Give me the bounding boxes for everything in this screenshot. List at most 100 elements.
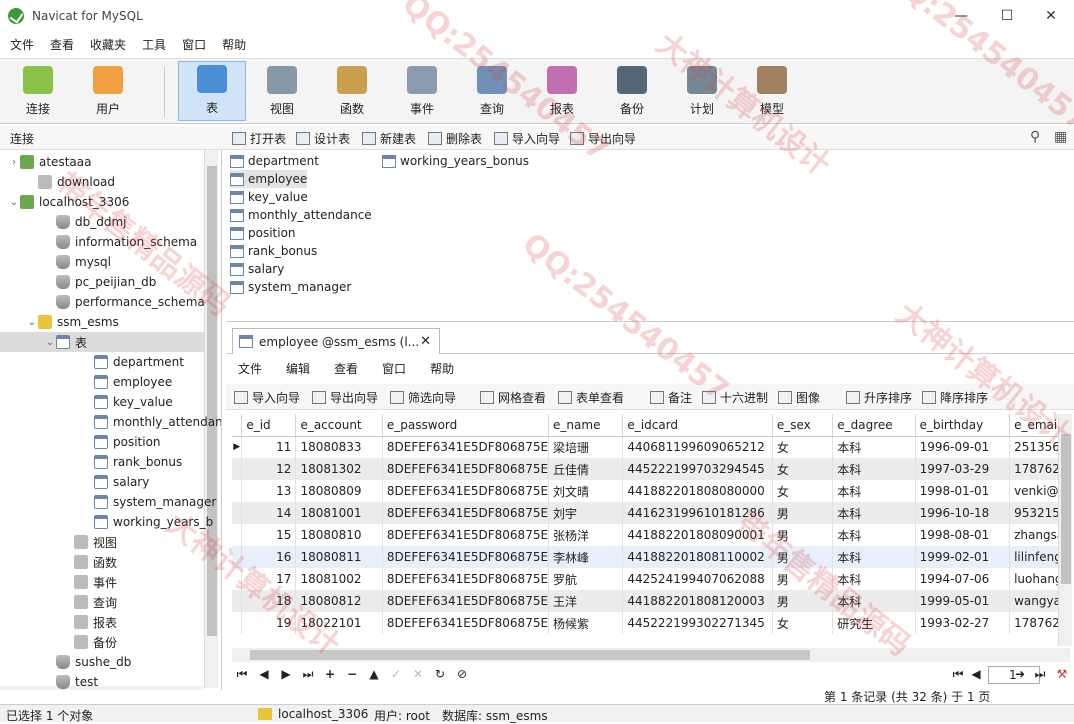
grid-tool-1[interactable]: 导出向导 — [312, 388, 378, 406]
search-icon[interactable]: ⚲ — [1030, 129, 1046, 145]
grid-tool-0[interactable]: 导入向导 — [234, 388, 300, 406]
grid-cell-e_name[interactable]: 罗航 — [548, 568, 624, 590]
grid-cell-e_password[interactable]: 8DEFEF6341E5DF806875E — [382, 436, 550, 458]
menu-item-0[interactable]: 文件 — [4, 36, 44, 53]
tree-item-函数[interactable]: 函数 — [62, 552, 117, 572]
tree-item-报表[interactable]: 报表 — [62, 612, 117, 632]
close-window-button[interactable]: ✕ — [1028, 0, 1074, 32]
grid-cell-e_id[interactable]: 15 — [241, 524, 297, 546]
column-header-e_name[interactable]: e_name — [548, 414, 624, 437]
edit-record-icon[interactable]: ▲ — [366, 667, 382, 681]
toolbar-query-button[interactable]: 查询 — [458, 61, 526, 121]
object-action-5[interactable]: 导出向导 — [570, 128, 636, 148]
menu-item-4[interactable]: 窗口 — [176, 36, 216, 53]
grid-cell-e_sex[interactable]: 女 — [772, 436, 834, 458]
table-row[interactable]: 15 18080810 8DEFEF6341E5DF806875E 张杨洋 441882… — [232, 524, 1070, 546]
tree-item-localhost_3306[interactable]: ⌄ localhost_3306 — [8, 192, 129, 212]
tree-item-db_ddmj[interactable]: db_ddmj — [44, 212, 127, 232]
last-record-icon[interactable]: ⏭ — [300, 667, 316, 682]
toolbar-schedule-button[interactable]: 计划 — [668, 61, 736, 121]
delete-record-icon[interactable]: − — [344, 667, 360, 681]
table-row[interactable]: 16 18080811 8DEFEF6341E5DF806875E 李林峰 441882… — [232, 546, 1070, 568]
prev-page-icon[interactable]: ◀ — [968, 667, 984, 681]
grid-tool-6[interactable]: 十六进制 — [702, 388, 768, 406]
discard-changes-icon[interactable]: ✕ — [410, 667, 426, 681]
grid-vscrollbar[interactable] — [1058, 414, 1072, 646]
grid-cell-e_idcard[interactable]: 441623199610181286 — [622, 502, 773, 524]
table-row[interactable]: 17 18081002 8DEFEF6341E5DF806875E 罗航 4425241… — [232, 568, 1070, 590]
table-row[interactable]: 12 18081302 8DEFEF6341E5DF806875E 丘佳倩 445222… — [232, 458, 1070, 480]
table-menu-item-2[interactable]: 查看 — [322, 360, 370, 377]
tree-item-performance_schema[interactable]: performance_schema — [44, 292, 205, 312]
grid-cell-e_sex[interactable]: 男 — [772, 546, 834, 568]
tree-item-atestaaa[interactable]: › atestaaa — [8, 152, 91, 172]
object-action-2[interactable]: 新建表 — [362, 128, 416, 148]
table-row[interactable]: ▶ 11 18080833 8DEFEF6341E5DF806875E 梁培珊 44068… — [232, 436, 1070, 458]
grid-cell-e_password[interactable]: 8DEFEF6341E5DF806875E — [382, 502, 550, 524]
grid-cell-e_idcard[interactable]: 440681199609065212 — [622, 436, 773, 458]
tab-employee[interactable]: employee @ssm_esms (l... ✕ — [232, 328, 440, 354]
tree-item-employee[interactable]: employee — [82, 372, 172, 392]
grid-cell-e_id[interactable]: 13 — [241, 480, 297, 502]
toolbar-report-button[interactable]: 报表 — [528, 61, 596, 121]
grid-cell-e_password[interactable]: 8DEFEF6341E5DF806875E — [382, 612, 550, 634]
object-action-1[interactable]: 设计表 — [296, 128, 350, 148]
stop-icon[interactable]: ⊘ — [454, 667, 470, 681]
column-header-e_birthday[interactable]: e_birthday — [915, 414, 1011, 437]
grid-cell-e_sex[interactable]: 女 — [772, 480, 834, 502]
object-action-4[interactable]: 导入向导 — [494, 128, 560, 148]
grid-cell-e_dagree[interactable]: 本科 — [832, 546, 916, 568]
toolbar-backup-button[interactable]: 备份 — [598, 61, 666, 121]
grid-cell-e_password[interactable]: 8DEFEF6341E5DF806875E — [382, 480, 550, 502]
toolbar-model-button[interactable]: 模型 — [738, 61, 806, 121]
grid-cell-e_name[interactable]: 杨候紫 — [548, 612, 624, 634]
tree-item-key_value[interactable]: key_value — [82, 392, 173, 412]
toolbar-user-button[interactable]: 用户 — [74, 61, 142, 121]
grid-cell-e_password[interactable]: 8DEFEF6341E5DF806875E — [382, 590, 550, 612]
tree-item-information_schema[interactable]: information_schema — [44, 232, 197, 252]
table-menu-item-0[interactable]: 文件 — [226, 360, 274, 377]
tree-item-pc_peijian_db[interactable]: pc_peijian_db — [44, 272, 156, 292]
grid-cell-e_account[interactable]: 18080809 — [295, 480, 383, 502]
grid-cell-e_account[interactable]: 18080833 — [295, 436, 383, 458]
object-department[interactable]: department — [230, 152, 319, 170]
grid-cell-e_id[interactable]: 14 — [241, 502, 297, 524]
grid-cell-e_idcard[interactable]: 441882201808120003 — [622, 590, 773, 612]
grid-cell-e_birthday[interactable]: 1997-03-29 — [915, 458, 1011, 480]
grid-tool-8[interactable]: 升序排序 — [846, 388, 912, 406]
object-position[interactable]: position — [230, 224, 296, 242]
object-rank_bonus[interactable]: rank_bonus — [230, 242, 317, 260]
grid-hscrollbar-thumb[interactable] — [250, 650, 810, 660]
tree-item-表[interactable]: ⌄ 表 — [0, 332, 204, 352]
grid-tool-7[interactable]: 图像 — [778, 388, 820, 406]
table-menu-item-4[interactable]: 帮助 — [418, 360, 466, 377]
grid-cell-e_name[interactable]: 丘佳倩 — [548, 458, 624, 480]
table-row[interactable]: 19 18022101 8DEFEF6341E5DF806875E 杨候紫 445222… — [232, 612, 1070, 634]
object-employee[interactable]: employee — [230, 170, 308, 188]
grid-cell-e_idcard[interactable]: 441882201808090001 — [622, 524, 773, 546]
tree-hscrollbar[interactable] — [0, 686, 204, 690]
grid-cell-e_birthday[interactable]: 1996-10-18 — [915, 502, 1011, 524]
grid-cell-e_idcard[interactable]: 445222199302271345 — [622, 612, 773, 634]
grid-tool-3[interactable]: 网格查看 — [480, 388, 546, 406]
object-action-3[interactable]: 删除表 — [428, 128, 482, 148]
grid-cell-e_sex[interactable]: 男 — [772, 568, 834, 590]
grid-cell-e_account[interactable]: 18022101 — [295, 612, 383, 634]
grid-cell-e_id[interactable]: 11 — [241, 436, 297, 458]
tree-item-position[interactable]: position — [82, 432, 161, 452]
toolbar-connection-button[interactable]: 连接 — [4, 61, 72, 121]
grid-cell-e_name[interactable]: 张杨洋 — [548, 524, 624, 546]
menu-item-1[interactable]: 查看 — [44, 36, 84, 53]
grid-cell-e_password[interactable]: 8DEFEF6341E5DF806875E — [382, 546, 550, 568]
tree-item-视图[interactable]: 视图 — [62, 532, 117, 552]
grid-cell-e_birthday[interactable]: 1994-07-06 — [915, 568, 1011, 590]
grid-tool-5[interactable]: 备注 — [650, 388, 692, 406]
table-row[interactable]: 14 18081001 8DEFEF6341E5DF806875E 刘宇 4416231… — [232, 502, 1070, 524]
tree-expand-icon[interactable]: ⌄ — [44, 337, 56, 348]
grid-cell-e_account[interactable]: 18081001 — [295, 502, 383, 524]
grid-cell-e_id[interactable]: 18 — [241, 590, 297, 612]
tree-item-download[interactable]: download — [26, 172, 115, 192]
table-row[interactable]: 18 18080812 8DEFEF6341E5DF806875E 王洋 4418822… — [232, 590, 1070, 612]
grid-cell-e_name[interactable]: 王洋 — [548, 590, 624, 612]
grid-cell-e_birthday[interactable]: 1996-09-01 — [915, 436, 1011, 458]
